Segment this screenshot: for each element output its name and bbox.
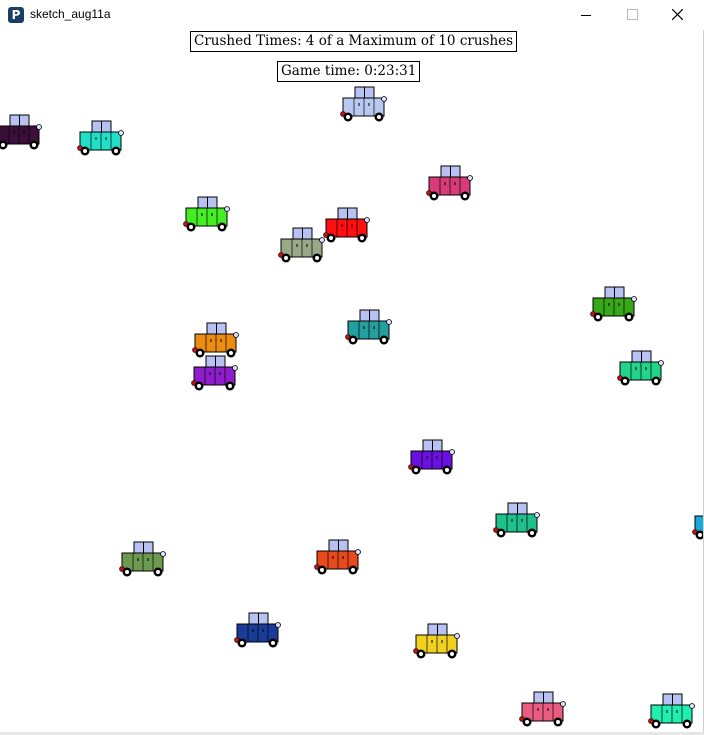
- headlight: [364, 217, 370, 223]
- car[interactable]: [183, 196, 230, 232]
- headlight: [454, 633, 460, 639]
- close-button[interactable]: [655, 0, 701, 30]
- cars-layer: [0, 86, 704, 729]
- car[interactable]: [590, 286, 637, 322]
- car[interactable]: [340, 86, 387, 122]
- car[interactable]: [192, 322, 239, 358]
- car[interactable]: [345, 309, 392, 345]
- headlight: [467, 175, 473, 181]
- headlight: [36, 124, 42, 130]
- headlight: [534, 512, 540, 518]
- headlight: [560, 701, 566, 707]
- headlight: [689, 703, 695, 709]
- car[interactable]: [413, 623, 460, 659]
- game-timer: Game time: 0:23:31: [277, 61, 421, 82]
- car[interactable]: [278, 227, 325, 263]
- headlight: [160, 551, 166, 557]
- car[interactable]: [519, 691, 566, 727]
- car[interactable]: [323, 207, 370, 243]
- headlight: [449, 449, 455, 455]
- window-title: sketch_aug11a: [30, 7, 111, 21]
- car[interactable]: [0, 114, 42, 150]
- headlight: [631, 296, 637, 302]
- title-bar[interactable]: P sketch_aug11a: [0, 0, 704, 30]
- close-icon: [672, 9, 683, 20]
- game-canvas[interactable]: Crushed Times: 4 of a Maximum of 10 crus…: [0, 30, 703, 735]
- car[interactable]: [191, 355, 238, 391]
- car[interactable]: [648, 693, 695, 729]
- headlight: [386, 319, 392, 325]
- minimize-button[interactable]: [563, 0, 609, 30]
- car[interactable]: [314, 539, 361, 575]
- car[interactable]: [617, 350, 664, 386]
- headlight: [232, 365, 238, 371]
- maximize-button[interactable]: [609, 0, 655, 30]
- headlight: [319, 237, 325, 243]
- car[interactable]: [426, 165, 473, 201]
- car[interactable]: [234, 612, 281, 648]
- headlight: [118, 130, 124, 136]
- app-window: P sketch_aug11a Crushed Times: 4 of a Ma…: [0, 0, 704, 735]
- car[interactable]: [77, 120, 124, 156]
- headlight: [355, 549, 361, 555]
- crush-counter: Crushed Times: 4 of a Maximum of 10 crus…: [190, 31, 518, 52]
- headlight: [275, 622, 281, 628]
- headlight: [658, 360, 664, 366]
- car[interactable]: [692, 505, 704, 540]
- headlight: [381, 96, 387, 102]
- processing-app-icon: P: [8, 7, 24, 23]
- car[interactable]: [119, 541, 166, 577]
- car[interactable]: [493, 502, 540, 538]
- headlight: [233, 332, 239, 338]
- car[interactable]: [408, 439, 455, 475]
- headlight: [224, 206, 230, 212]
